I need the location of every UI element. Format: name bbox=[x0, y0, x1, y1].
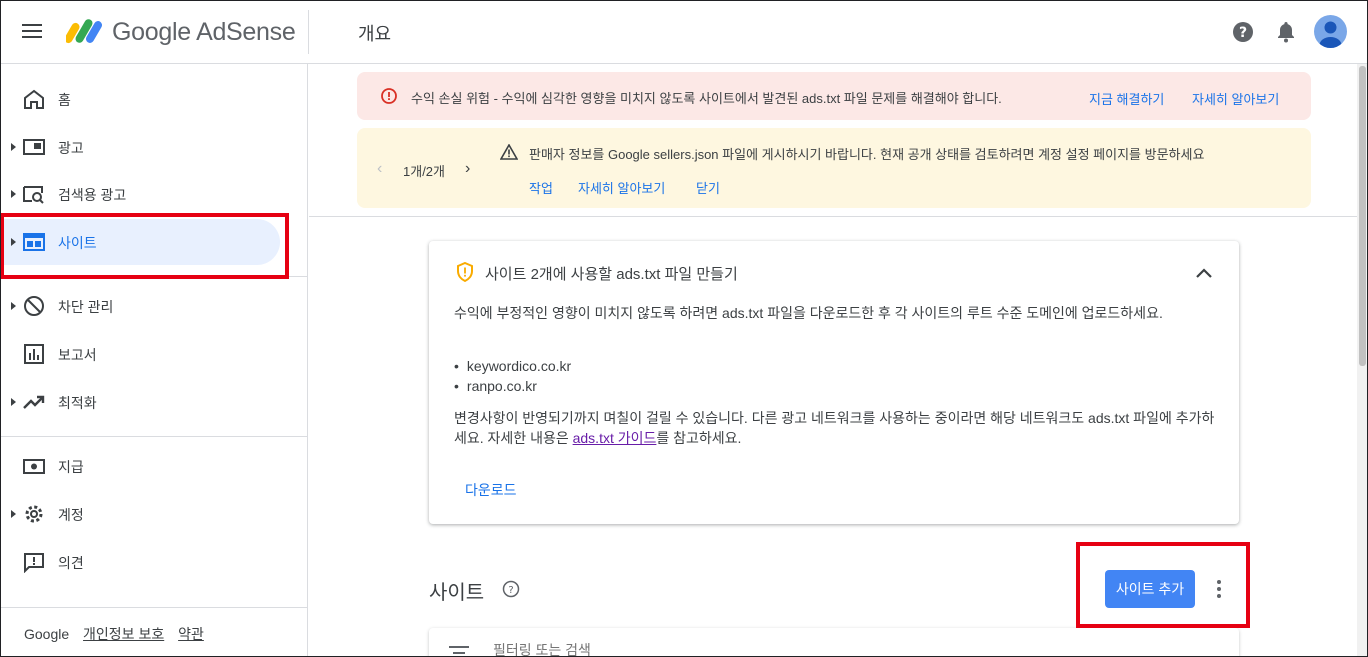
header-divider bbox=[308, 10, 309, 54]
action-link[interactable]: 작업 bbox=[529, 178, 553, 197]
sidebar-item-label: 최적화 bbox=[58, 395, 97, 411]
nav-divider bbox=[0, 607, 308, 608]
product-name: Google AdSense bbox=[112, 18, 296, 46]
expand-arrow-icon[interactable] bbox=[11, 302, 16, 310]
ads-txt-guide-link[interactable]: ads.txt 가이드 bbox=[573, 430, 657, 446]
expand-arrow-icon[interactable] bbox=[11, 238, 16, 246]
terms-link[interactable]: 약관 bbox=[178, 626, 204, 642]
sidebar-item-label: 계정 bbox=[58, 507, 84, 523]
content-divider bbox=[309, 216, 1357, 217]
notification-bell-icon[interactable] bbox=[1275, 20, 1297, 44]
expand-arrow-icon[interactable] bbox=[11, 398, 16, 406]
top-app-bar: Google AdSense 개요 ? bbox=[0, 0, 1368, 64]
filter-search-input[interactable] bbox=[493, 642, 793, 657]
sidebar-item-label: 검색용 광고 bbox=[58, 187, 127, 203]
adsense-logo-icon bbox=[66, 19, 102, 44]
account-avatar[interactable] bbox=[1314, 15, 1347, 48]
user-icon bbox=[1319, 21, 1342, 48]
help-outline-icon[interactable]: ? bbox=[502, 580, 520, 598]
sidebar-item-ads[interactable]: 광고 bbox=[0, 124, 280, 170]
sidebar-item-payments[interactable]: 지급 bbox=[0, 443, 280, 489]
sidebar-item-label: 보고서 bbox=[58, 347, 97, 363]
sidebar-item-label: 홈 bbox=[58, 92, 71, 108]
svg-text:?: ? bbox=[1239, 25, 1247, 41]
help-icon[interactable]: ? bbox=[1232, 21, 1254, 43]
menu-icon[interactable] bbox=[22, 20, 48, 44]
chevron-left-icon[interactable]: ‹ bbox=[377, 160, 382, 178]
card-note: 변경사항이 반영되기까지 며칠이 걸릴 수 있습니다. 다른 광고 네트워크를 … bbox=[454, 408, 1216, 448]
list-item: ranpo.co.kr bbox=[454, 376, 571, 396]
sidebar-item-feedback[interactable]: 의견 bbox=[0, 539, 280, 585]
page-title: 개요 bbox=[358, 24, 392, 44]
learn-more-link[interactable]: 자세히 알아보기 bbox=[578, 178, 665, 197]
expand-arrow-icon[interactable] bbox=[11, 190, 16, 198]
ads-txt-card: 사이트 2개에 사용할 ads.txt 파일 만들기 수익에 부정적인 영향이 … bbox=[429, 241, 1239, 524]
warning-banner: ‹ 1개/2개 › 판매자 정보를 Google sellers.json 파일… bbox=[357, 128, 1311, 208]
error-message: 수익 손실 위험 - 수익에 심각한 영향을 미치지 않도록 사이트에서 발견된… bbox=[411, 91, 1002, 106]
expand-arrow-icon[interactable] bbox=[11, 143, 16, 151]
sidebar-item-label: 의견 bbox=[58, 555, 84, 571]
learn-more-link[interactable]: 자세히 알아보기 bbox=[1192, 89, 1279, 108]
warning-message: 판매자 정보를 Google sellers.json 파일에 게시하시기 바랍… bbox=[529, 147, 1205, 162]
sidebar-item-reports[interactable]: 보고서 bbox=[0, 331, 280, 377]
sidebar-footer: Google 개인정보 보호 약관 bbox=[24, 624, 214, 644]
add-site-button[interactable]: 사이트 추가 bbox=[1105, 570, 1195, 608]
gear-icon bbox=[25, 505, 43, 523]
download-button[interactable]: 다운로드 bbox=[465, 480, 517, 500]
sidebar-item-label: 광고 bbox=[58, 140, 84, 156]
fix-now-link[interactable]: 지금 해결하기 bbox=[1089, 89, 1164, 108]
note-text: 변경사항이 반영되기까지 며칠이 걸릴 수 있습니다. 다른 광고 네트워크를 … bbox=[454, 410, 1215, 446]
card-title: 사이트 2개에 사용할 ads.txt 파일 만들기 bbox=[485, 266, 738, 283]
sites-table bbox=[429, 628, 1239, 657]
banner-pager-count: 1개/2개 bbox=[403, 164, 445, 179]
sidebar-item-label: 사이트 bbox=[58, 235, 97, 251]
error-icon bbox=[381, 88, 397, 104]
reports-icon bbox=[24, 344, 44, 364]
filter-icon bbox=[449, 646, 469, 654]
sidebar-item-account[interactable]: 계정 bbox=[0, 491, 280, 537]
privacy-link[interactable]: 개인정보 보호 bbox=[83, 626, 164, 642]
sidebar-nav: 홈 광고 검색용 광고 사이트 차단 관리 보고서 최적화 지급 계정 의견 G… bbox=[0, 64, 308, 657]
sites-icon bbox=[23, 233, 45, 251]
optimize-icon bbox=[23, 395, 45, 409]
nav-divider bbox=[0, 436, 308, 437]
feedback-icon bbox=[24, 553, 44, 573]
expand-arrow-icon[interactable] bbox=[11, 510, 16, 518]
more-vert-icon[interactable] bbox=[1212, 578, 1226, 600]
sidebar-item-sites[interactable]: 사이트 bbox=[0, 219, 280, 265]
sidebar-item-label: 차단 관리 bbox=[58, 299, 114, 315]
svg-text:?: ? bbox=[508, 585, 513, 596]
ads-icon bbox=[23, 139, 45, 155]
list-item: keywordico.co.kr bbox=[454, 356, 571, 376]
chevron-right-icon[interactable]: › bbox=[465, 160, 470, 178]
scrollbar-thumb[interactable] bbox=[1359, 66, 1366, 366]
shield-warning-icon bbox=[457, 262, 473, 282]
sidebar-item-label: 지급 bbox=[58, 459, 84, 475]
nav-divider bbox=[0, 276, 308, 277]
chevron-up-icon[interactable] bbox=[1193, 263, 1215, 283]
sidebar-item-search-ads[interactable]: 검색용 광고 bbox=[0, 171, 280, 217]
footer-brand: Google bbox=[24, 626, 70, 642]
dismiss-link[interactable]: 닫기 bbox=[696, 178, 720, 197]
card-description: 수익에 부정적인 영향이 미치지 않도록 하려면 ads.txt 파일을 다운로… bbox=[454, 305, 1163, 321]
sidebar-item-optimization[interactable]: 최적화 bbox=[0, 379, 280, 425]
sidebar-item-home[interactable]: 홈 bbox=[0, 76, 280, 122]
warning-icon bbox=[500, 144, 518, 160]
search-ads-icon bbox=[23, 186, 44, 204]
error-banner: 수익 손실 위험 - 수익에 심각한 영향을 미치지 않도록 사이트에서 발견된… bbox=[357, 72, 1311, 120]
block-icon bbox=[24, 296, 44, 316]
payments-icon bbox=[23, 459, 45, 474]
home-icon bbox=[24, 89, 44, 109]
site-list: keywordico.co.kr ranpo.co.kr bbox=[454, 356, 571, 396]
note-text-end: 를 참고하세요. bbox=[656, 430, 742, 446]
sidebar-item-blocking-controls[interactable]: 차단 관리 bbox=[0, 283, 280, 329]
sites-section-title: 사이트 bbox=[429, 582, 485, 604]
